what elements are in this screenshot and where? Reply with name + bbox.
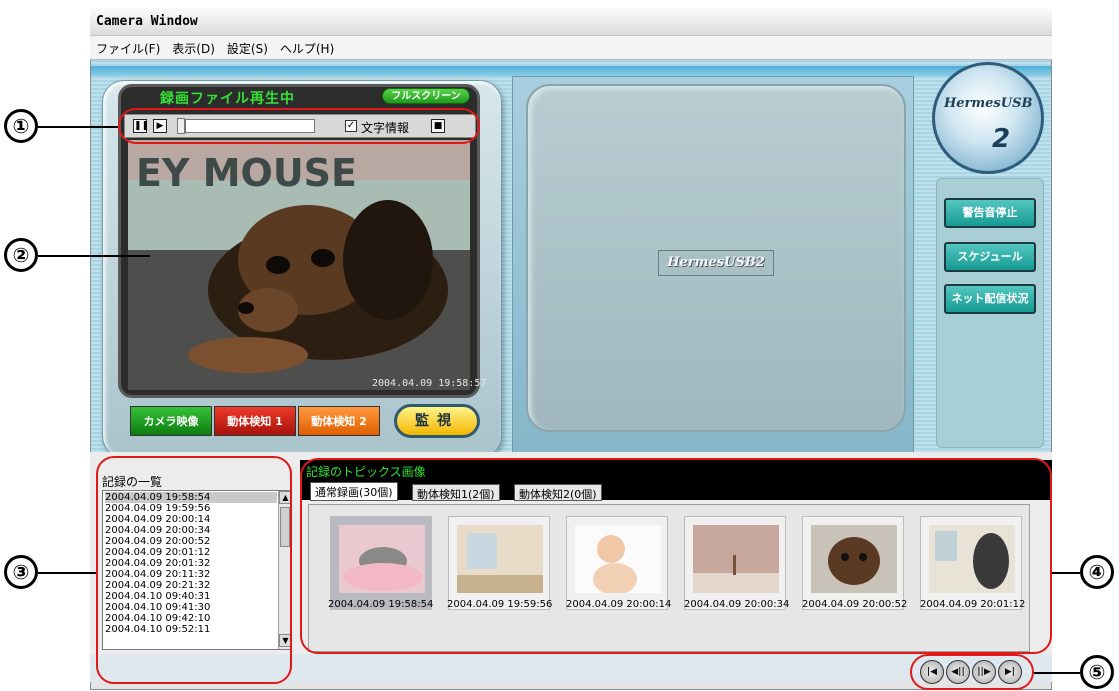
- menu-view[interactable]: 表示(D): [172, 40, 215, 59]
- menu-file[interactable]: ファイル(F): [96, 40, 160, 59]
- window-title: Camera Window: [90, 8, 1052, 36]
- callout-line-3: [38, 572, 96, 574]
- video-timestamp: 2004.04.09 19:58:57: [372, 378, 487, 389]
- callout-line-2: [38, 255, 150, 257]
- video-frame-image: EY MOUSE: [128, 140, 470, 390]
- callout-ring-4: [300, 458, 1052, 654]
- app-header-band: [91, 66, 1051, 76]
- brand-logo-text: HermesUSB: [944, 96, 1033, 111]
- callout-number-4: ④: [1080, 555, 1114, 589]
- net-status-button[interactable]: ネット配信状況: [944, 284, 1036, 314]
- callout-number-1: ①: [4, 109, 38, 143]
- playback-banner: 録画ファイル再生中: [160, 91, 295, 107]
- center-logo: HermesUSB2: [658, 250, 774, 276]
- brand-logo: [932, 62, 1044, 174]
- motion-detect-1-button[interactable]: 動体検知 1: [214, 406, 296, 436]
- page: Camera Window ファイル(F) 表示(D) 設定(S) ヘルプ(H)…: [0, 0, 1119, 691]
- fullscreen-button[interactable]: フルスクリーン: [382, 88, 470, 104]
- callout-number-2: ②: [4, 238, 38, 272]
- callout-ring-3: [96, 456, 292, 684]
- watermark-text: EY MOUSE: [136, 151, 357, 195]
- callout-line-1: [38, 126, 118, 128]
- camera-view-button[interactable]: カメラ映像: [130, 406, 212, 436]
- alarm-stop-button[interactable]: 警告音停止: [944, 198, 1036, 228]
- callout-line-4: [1052, 572, 1080, 574]
- schedule-button[interactable]: スケジュール: [944, 242, 1036, 272]
- menu-help[interactable]: ヘルプ(H): [280, 40, 334, 59]
- callout-number-3: ③: [4, 555, 38, 589]
- menu-settings[interactable]: 設定(S): [227, 40, 268, 59]
- callout-number-5: ⑤: [1080, 655, 1114, 689]
- callout-ring-1: [118, 108, 480, 144]
- brand-logo-version: 2: [992, 124, 1011, 154]
- motion-detect-2-button[interactable]: 動体検知 2: [298, 406, 380, 436]
- callout-ring-5: [910, 654, 1034, 690]
- callout-line-5: [1034, 672, 1080, 674]
- video-feed: EY MOUSE: [128, 140, 470, 390]
- monitor-button[interactable]: 監視: [394, 404, 480, 438]
- menu-bar: ファイル(F) 表示(D) 設定(S) ヘルプ(H): [90, 36, 1052, 60]
